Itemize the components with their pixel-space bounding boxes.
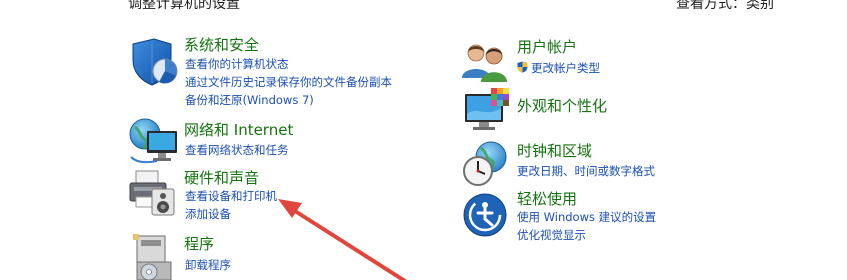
monitor-palette-icon[interactable] (461, 88, 515, 138)
link-change-account-type[interactable]: 更改帐户类型 (531, 61, 600, 75)
category-programs[interactable]: 程序 (184, 235, 214, 253)
link-view-network-status[interactable]: 查看网络状态和任务 (185, 143, 289, 157)
globe-monitor-icon[interactable] (127, 117, 181, 167)
link-optimize-visual-display[interactable]: 优化视觉显示 (517, 228, 586, 242)
link-add-device[interactable]: 添加设备 (185, 207, 231, 221)
category-clock-region[interactable]: 时钟和区域 (517, 142, 592, 160)
shield-pie-icon[interactable] (127, 38, 181, 88)
link-change-date-time-format[interactable]: 更改日期、时间或数字格式 (517, 164, 655, 178)
link-use-windows-recommended[interactable]: 使用 Windows 建议的设置 (517, 210, 656, 224)
link-backup-restore[interactable]: 备份和还原(Windows 7) (185, 93, 314, 107)
category-appearance-personalization[interactable]: 外观和个性化 (517, 97, 607, 115)
link-view-devices-printers[interactable]: 查看设备和打印机 (185, 189, 277, 203)
category-hardware-sound[interactable]: 硬件和声音 (184, 169, 259, 187)
category-system-security[interactable]: 系统和安全 (184, 36, 259, 54)
category-network-internet[interactable]: 网络和 Internet (184, 121, 293, 139)
view-by-value[interactable]: 类别 (746, 0, 774, 12)
view-by-control[interactable]: 查看方式：类别 (676, 0, 774, 13)
uac-shield-icon (517, 61, 528, 73)
ease-of-access-icon[interactable] (461, 191, 515, 241)
programs-box-icon[interactable] (127, 232, 181, 280)
category-user-accounts[interactable]: 用户帐户 (517, 38, 577, 56)
page-title: 调整计算机的设置 (128, 0, 240, 12)
control-panel-window: 调整计算机的设置 查看方式：类别 系统和安全 查看你的计算机状态 通过文件历史记… (0, 0, 847, 280)
users-icon[interactable] (461, 40, 515, 90)
category-ease-of-access[interactable]: 轻松使用 (517, 190, 577, 208)
link-file-history-backup[interactable]: 通过文件历史记录保存你的文件备份副本 (185, 75, 392, 89)
link-view-computer-status[interactable]: 查看你的计算机状态 (185, 57, 289, 71)
view-by-label: 查看方式： (676, 0, 746, 12)
link-uninstall-program[interactable]: 卸载程序 (185, 258, 231, 272)
printer-speaker-icon[interactable] (127, 167, 181, 217)
clock-globe-icon[interactable] (461, 140, 515, 190)
